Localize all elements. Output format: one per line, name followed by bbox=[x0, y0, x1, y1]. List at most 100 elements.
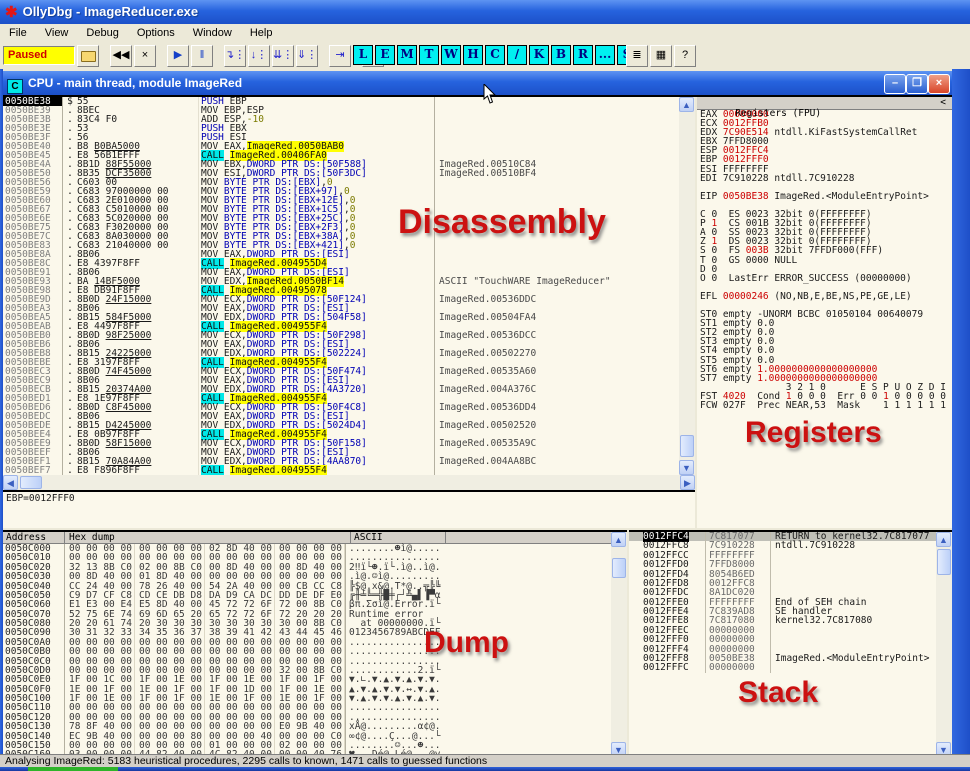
register-line[interactable]: O 0 LastErr ERROR_SUCCESS (00000000) bbox=[697, 274, 952, 283]
disasm-row[interactable]: 0050BE3B.83C4 F0ADD ESP,-10 bbox=[3, 115, 679, 124]
comment-cell: ImageRed.00535A60 bbox=[435, 367, 679, 376]
cpu-window-title-bar[interactable]: CCPU - main thread, module ImageRed – ❐ … bbox=[3, 71, 952, 97]
instruction-cell: CALL ImageRed.004955F4 bbox=[199, 466, 435, 475]
toolbar-right-buttons: ≣▦? bbox=[625, 45, 697, 67]
toolbar-letter-button-slash[interactable]: / bbox=[507, 45, 527, 65]
disasm-row[interactable]: 0050BE38$55PUSH EBP bbox=[3, 97, 679, 106]
comment-cell bbox=[435, 241, 679, 250]
scroll-thumb[interactable] bbox=[20, 476, 42, 489]
comment-cell bbox=[435, 250, 679, 259]
comment-cell bbox=[435, 142, 679, 151]
menu-item-view[interactable]: View bbox=[36, 24, 78, 43]
close-program-icon[interactable]: × bbox=[134, 45, 156, 67]
scroll-down-icon[interactable]: ▼ bbox=[679, 460, 694, 475]
comment-cell: kernel32.7C817080 bbox=[771, 616, 936, 625]
toolbar-letter-button-W[interactable]: W bbox=[441, 45, 461, 65]
run-icon[interactable]: ▶ bbox=[167, 45, 189, 67]
scroll-thumb[interactable] bbox=[680, 435, 694, 457]
restore-button[interactable]: ❐ bbox=[906, 74, 928, 94]
toolbar-letter-button-K[interactable]: K bbox=[529, 45, 549, 65]
comment-cell bbox=[435, 178, 679, 187]
stack-vertical-scrollbar[interactable]: ▲ ▼ bbox=[936, 530, 952, 757]
step-over-icon[interactable]: ↓⋮ bbox=[248, 45, 270, 67]
disasm-row[interactable]: 0050BEF7.E8 F896F8FFCALL ImageRed.004955… bbox=[3, 466, 679, 475]
olly-dbg-window: ✱OllyDbg - ImageReducer.exe FileViewDebu… bbox=[0, 0, 970, 771]
comment-cell: ImageRed.00536DCC bbox=[435, 331, 679, 340]
scroll-right-icon[interactable]: ▶ bbox=[680, 475, 695, 490]
step-into-icon[interactable]: ↴⋮ bbox=[224, 45, 246, 67]
title-bar[interactable]: ✱OllyDbg - ImageReducer.exe bbox=[0, 0, 970, 24]
comment-cell: ntdll.7C910228 bbox=[771, 541, 936, 550]
toolbar-letter-button-R[interactable]: R bbox=[573, 45, 593, 65]
register-line[interactable]: EFL 00000246 (NO,NB,E,BE,NS,PE,GE,LE) bbox=[697, 292, 952, 301]
disasm-row[interactable]: 0050BE3E.53PUSH EBX bbox=[3, 124, 679, 133]
comment-cell bbox=[435, 187, 679, 196]
comment-cell: ImageRed.004AA8BC bbox=[435, 457, 679, 466]
address-cell: 0012FFFC bbox=[629, 663, 705, 672]
annotation-stack: Stack bbox=[738, 676, 818, 710]
minimize-button[interactable]: – bbox=[884, 74, 906, 94]
register-line[interactable]: FCW 027F Prec NEAR,53 Mask 1 1 1 1 1 1 bbox=[697, 401, 952, 410]
scroll-thumb[interactable] bbox=[937, 549, 951, 575]
trace-over-icon[interactable]: ⇓⋮ bbox=[296, 45, 318, 67]
collapse-icon[interactable]: < bbox=[940, 97, 946, 108]
comment-cell: ImageRed.00535A9C bbox=[435, 439, 679, 448]
value-cell: 00000000 bbox=[705, 663, 771, 672]
toolbar-letter-button-T[interactable]: T bbox=[419, 45, 439, 65]
annotation-registers: Registers bbox=[745, 416, 882, 450]
toolbar-letter-button-E[interactable]: E bbox=[375, 45, 395, 65]
scroll-up-icon[interactable]: ▲ bbox=[611, 532, 626, 547]
toolbar: Paused ◀◀×▶‖↴⋮↓⋮⇊⋮⇓⋮⇥→⋮ LEMTWHC/KBR...S … bbox=[0, 43, 970, 69]
disassembly-vertical-scrollbar[interactable]: ▲ ▼ bbox=[679, 97, 695, 475]
registers-header: Registers (FPU) < bbox=[697, 97, 952, 110]
bytes-cell: 53 bbox=[77, 124, 199, 133]
bytes-cell: E8 F896F8FF bbox=[77, 466, 199, 475]
scroll-thumb[interactable] bbox=[612, 558, 626, 578]
mouse-cursor-icon bbox=[483, 84, 497, 104]
toolbar-letter-button-H[interactable]: H bbox=[463, 45, 483, 65]
toolbar-letter-button-C[interactable]: C bbox=[485, 45, 505, 65]
info-pane[interactable]: EBP=0012FFF0 bbox=[3, 490, 695, 528]
toolbar-letter-button-dots[interactable]: ... bbox=[595, 45, 615, 65]
execute-till-return-icon[interactable]: ⇥ bbox=[329, 45, 351, 67]
toolbar-letter-button-B[interactable]: B bbox=[551, 45, 571, 65]
pause-icon[interactable]: ‖ bbox=[191, 45, 213, 67]
dump-vertical-scrollbar[interactable]: ▲ ▼ bbox=[611, 530, 627, 757]
stack-pane[interactable]: 0012FFC47C817077RETURN to kernel32.7C817… bbox=[629, 530, 936, 757]
toolbar-letter-button-M[interactable]: M bbox=[397, 45, 417, 65]
register-line[interactable]: EIP 0050BE38 ImageRed.<ModuleEntryPoint> bbox=[697, 192, 952, 201]
registers-pane[interactable]: Registers (FPU) < EAX 00000000ECX 0012FF… bbox=[697, 97, 952, 528]
comment-cell bbox=[771, 635, 936, 644]
comment-cell: ImageRed.00536DDC bbox=[435, 295, 679, 304]
menu-item-window[interactable]: Window bbox=[184, 24, 241, 43]
menu-item-file[interactable]: File bbox=[0, 24, 36, 43]
status-paused-indicator: Paused bbox=[3, 46, 75, 65]
status-bar: Analysing ImageRed: 5183 heuristical pro… bbox=[0, 754, 970, 767]
dump-pane[interactable]: AddressHex dumpASCII 0050C00000 00 00 00… bbox=[3, 530, 611, 757]
register-line[interactable]: T 0 GS 0000 NULL bbox=[697, 256, 952, 265]
stack-row[interactable]: 0012FFFC00000000 bbox=[629, 663, 936, 672]
disassembly-horizontal-scrollbar[interactable]: ◀ ▶ bbox=[3, 475, 695, 490]
close-button[interactable]: × bbox=[928, 74, 950, 94]
menu-item-help[interactable]: Help bbox=[241, 24, 282, 43]
comment-cell: ImageRed.00536DD4 bbox=[435, 403, 679, 412]
toolbar-letter-buttons: LEMTWHC/KBR...S bbox=[352, 45, 638, 65]
disassembly-pane[interactable]: 0050BE38$55PUSH EBP0050BE39.8BECMOV EBP,… bbox=[3, 97, 679, 475]
menu-item-options[interactable]: Options bbox=[128, 24, 184, 43]
toolbar-icon-buttons: ◀◀×▶‖↴⋮↓⋮⇊⋮⇓⋮⇥→⋮ bbox=[76, 45, 385, 67]
scroll-up-icon[interactable]: ▲ bbox=[936, 532, 951, 547]
open-file-icon[interactable] bbox=[77, 45, 99, 67]
toolbar-letter-button-L[interactable]: L bbox=[353, 45, 373, 65]
menu-item-debug[interactable]: Debug bbox=[77, 24, 127, 43]
scroll-left-icon[interactable]: ◀ bbox=[3, 475, 18, 490]
restart-icon[interactable]: ◀◀ bbox=[110, 45, 132, 67]
scroll-up-icon[interactable]: ▲ bbox=[679, 97, 694, 112]
trace-into-icon[interactable]: ⇊⋮ bbox=[272, 45, 294, 67]
log-icon[interactable]: ≣ bbox=[626, 45, 648, 67]
comment-cell bbox=[435, 115, 679, 124]
appearance-icon[interactable]: ▦ bbox=[650, 45, 672, 67]
register-line[interactable]: EDI 7C910228 ntdll.7C910228 bbox=[697, 174, 952, 183]
right-window-border bbox=[952, 69, 970, 754]
annotation-dump: Dump bbox=[424, 626, 509, 660]
help-icon[interactable]: ? bbox=[674, 45, 696, 67]
